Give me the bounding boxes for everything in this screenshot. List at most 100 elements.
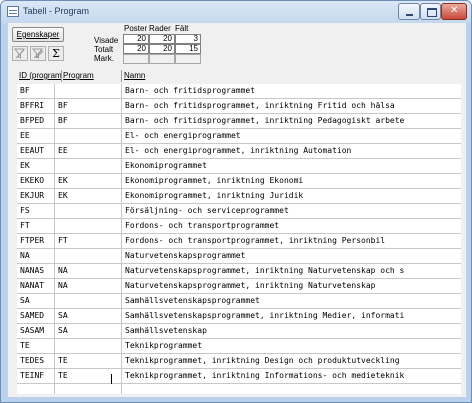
cell-program[interactable]: EE [54, 144, 121, 159]
minimize-button[interactable] [398, 3, 420, 20]
column-header-name[interactable]: Namn [124, 70, 184, 82]
table-row[interactable]: TEINF TE Teknikprogrammet, inriktning Info… [17, 369, 461, 384]
cell-program[interactable]: NA [54, 264, 121, 279]
table-row[interactable]: BFFRI BF Barn- och fritidsprogrammet, inri… [17, 99, 461, 114]
cell-name[interactable]: Barn- och fritidsprogrammet, inriktning … [121, 99, 461, 114]
cell-program[interactable]: SA [54, 309, 121, 324]
table-row[interactable]: BFPED BF Barn- och fritidsprogrammet, inri… [17, 114, 461, 129]
maximize-button[interactable] [420, 3, 441, 20]
cell-name[interactable]: Barn- och fritidsprogrammet [121, 84, 461, 99]
cell-name[interactable]: Naturvetenskapsprogrammet [121, 249, 461, 264]
stats-header-fields: Fält [175, 24, 189, 33]
window-client-area: Egenskaper Σ Poster Rader Fält Visade To… [8, 23, 466, 397]
program-grid[interactable]: BF Barn- och fritidsprogrammet BFFRI BF Barn… [17, 84, 461, 394]
table-row[interactable]: FTPER FT Fordons- och transportprogrammet,… [17, 234, 461, 249]
cell-id[interactable]: NA [17, 249, 54, 264]
stats-marked-rows [149, 54, 175, 64]
program-table-window: Tabell - Program Egenskaper Σ Poster Rad… [0, 0, 472, 403]
table-row[interactable]: SASAM SA Samhällsvetenskap [17, 324, 461, 339]
cell-id[interactable]: FS [17, 204, 54, 219]
cell-program[interactable] [54, 129, 121, 144]
sum-button[interactable]: Σ [48, 46, 64, 61]
cell-name[interactable]: Samhällsvetenskapsprogrammet [121, 294, 461, 309]
cell-name[interactable]: Fordons- och transportprogrammet, inrikt… [121, 234, 461, 249]
cell-program[interactable]: BF [54, 114, 121, 129]
cell-id[interactable]: EEAUT [17, 144, 54, 159]
cell-id[interactable]: TEINF [17, 369, 54, 384]
table-row[interactable]: TE Teknikprogrammet [17, 339, 461, 354]
table-row[interactable]: FT Fordons- och transportprogrammet [17, 219, 461, 234]
table-row[interactable]: NANAS NA Naturvetenskapsprogrammet, inrikt… [17, 264, 461, 279]
cell-program[interactable]: BF [54, 99, 121, 114]
table-row[interactable]: FS Försäljning- och serviceprogrammet [17, 204, 461, 219]
cell-name[interactable]: Samhällsvetenskap [121, 324, 461, 339]
cell-program[interactable] [54, 159, 121, 174]
column-resize-handle[interactable] [61, 70, 62, 82]
cell-name[interactable]: Teknikprogrammet [121, 339, 461, 354]
cell-id[interactable]: BFFRI [17, 99, 54, 114]
table-row[interactable]: EEAUT EE El- och energiprogrammet, inriktn… [17, 144, 461, 159]
cell-id[interactable]: FT [17, 219, 54, 234]
cell-id[interactable]: FTPER [17, 234, 54, 249]
table-row[interactable]: NA Naturvetenskapsprogrammet [17, 249, 461, 264]
properties-button[interactable]: Egenskaper [12, 27, 64, 42]
cell-id[interactable]: SASAM [17, 324, 54, 339]
cell-id[interactable]: EE [17, 129, 54, 144]
cell-program[interactable]: TE [54, 354, 121, 369]
cell-id[interactable]: TE [17, 339, 54, 354]
cell-program[interactable]: NA [54, 279, 121, 294]
cell-program[interactable] [54, 249, 121, 264]
column-header-program[interactable]: Program [63, 70, 119, 82]
title-bar[interactable]: Tabell - Program [1, 1, 471, 23]
close-button[interactable] [441, 3, 467, 20]
table-row[interactable]: NANAT NA Naturvetenskapsprogrammet, inrikt… [17, 279, 461, 294]
cell-program[interactable]: EK [54, 174, 121, 189]
cell-name[interactable]: Samhällsvetenskapsprogrammet, inriktning… [121, 309, 461, 324]
cell-program[interactable] [54, 204, 121, 219]
table-row[interactable]: TEDES TE Teknikprogrammet, inriktning Desi… [17, 354, 461, 369]
table-row[interactable]: BF Barn- och fritidsprogrammet [17, 84, 461, 99]
cell-program[interactable]: EK [54, 189, 121, 204]
cell-name[interactable]: El- och energiprogrammet [121, 129, 461, 144]
column-resize-handle[interactable] [121, 70, 122, 82]
table-row[interactable]: EE El- och energiprogrammet [17, 129, 461, 144]
cell-id[interactable]: SA [17, 294, 54, 309]
cell-name[interactable]: Ekonomiprogrammet, inriktning Juridik [121, 189, 461, 204]
cell-id[interactable]: EKJUR [17, 189, 54, 204]
cell-name[interactable]: Naturvetenskapsprogrammet, inriktning Na… [121, 279, 461, 294]
cell-id[interactable]: NANAS [17, 264, 54, 279]
table-row[interactable]: SAMED SA Samhällsvetenskapsprogrammet, inr… [17, 309, 461, 324]
funnel-all-icon[interactable] [30, 46, 46, 61]
stats-label-shown: Visade [94, 36, 119, 45]
cell-name[interactable]: Ekonomiprogrammet [121, 159, 461, 174]
cell-id[interactable]: TEDES [17, 354, 54, 369]
cell-program[interactable] [54, 84, 121, 99]
cell-id[interactable]: BF [17, 84, 54, 99]
funnel-icon[interactable] [12, 46, 28, 61]
cell-program[interactable]: SA [54, 324, 121, 339]
cell-program[interactable] [54, 339, 121, 354]
cell-id[interactable]: EKEKO [17, 174, 54, 189]
table-row[interactable]: SA Samhällsvetenskapsprogrammet [17, 294, 461, 309]
cell-name[interactable]: Naturvetenskapsprogrammet, inriktning Na… [121, 264, 461, 279]
cell-name[interactable]: Barn- och fritidsprogrammet, inriktning … [121, 114, 461, 129]
cell-id[interactable]: EK [17, 159, 54, 174]
table-row[interactable]: EKEKO EK Ekonomiprogrammet, inriktning Eko… [17, 174, 461, 189]
cell-id[interactable]: BFPED [17, 114, 54, 129]
table-row[interactable]: EK Ekonomiprogrammet [17, 159, 461, 174]
cell-id[interactable]: SAMED [17, 309, 54, 324]
cell-program[interactable] [54, 294, 121, 309]
cell-id[interactable]: NANAT [17, 279, 54, 294]
cell-name[interactable]: Ekonomiprogrammet, inriktning Ekonomi [121, 174, 461, 189]
cell-name[interactable]: Teknikprogrammet, inriktning Information… [121, 369, 461, 384]
cell-name[interactable]: El- och energiprogrammet, inriktning Aut… [121, 144, 461, 159]
cell-program[interactable] [54, 219, 121, 234]
stats-marked-fields [175, 54, 201, 64]
column-header-row: ID (program) Program Namn [17, 70, 457, 82]
column-header-id[interactable]: ID (program) [19, 70, 61, 82]
cell-name[interactable]: Teknikprogrammet, inriktning Design och … [121, 354, 461, 369]
cell-name[interactable]: Fordons- och transportprogrammet [121, 219, 461, 234]
cell-name[interactable]: Försäljning- och serviceprogrammet [121, 204, 461, 219]
cell-program[interactable]: FT [54, 234, 121, 249]
table-row[interactable]: EKJUR EK Ekonomiprogrammet, inriktning Jur… [17, 189, 461, 204]
